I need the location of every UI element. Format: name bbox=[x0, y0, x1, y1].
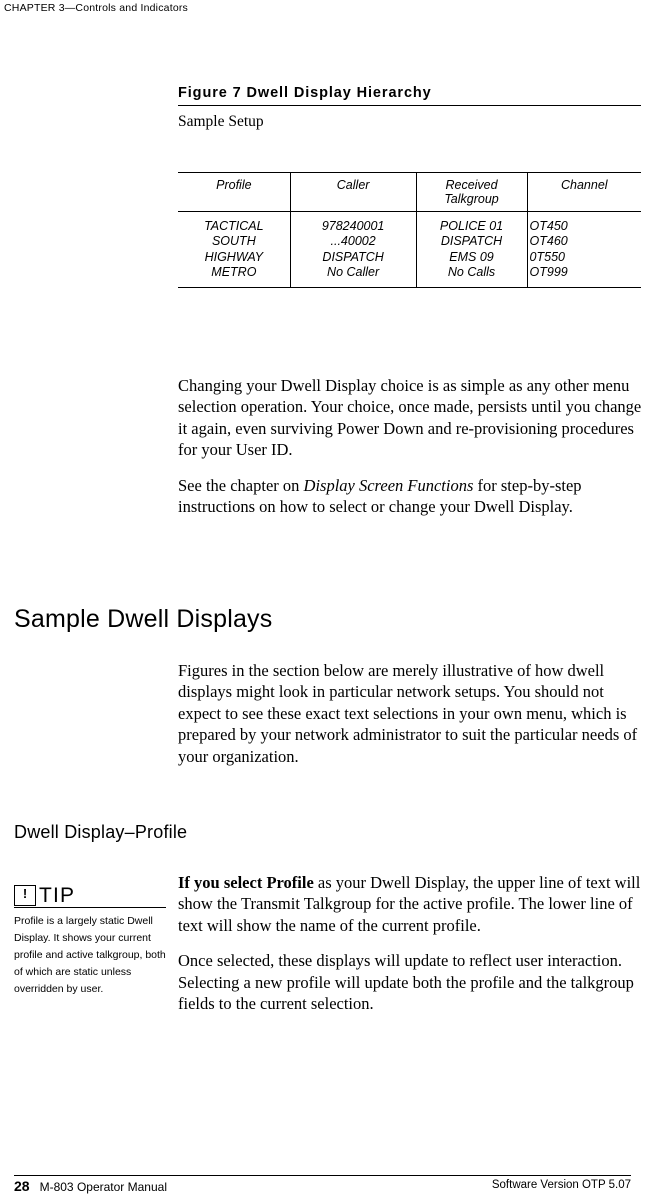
figure-title: Figure 7 Dwell Display Hierarchy bbox=[178, 85, 641, 106]
manual-title: M-803 Operator Manual bbox=[39, 1180, 167, 1194]
heading-sample-dwell-displays-wrap: Sample Dwell Displays bbox=[14, 605, 642, 634]
tip-callout: ! TIP Profile is a largely static Dwell … bbox=[14, 885, 166, 998]
exclamation-icon: ! bbox=[14, 885, 36, 906]
paragraph-if-you-select-profile: If you select Profile as your Dwell Disp… bbox=[178, 872, 642, 936]
heading-dwell-display-profile-wrap: Dwell Display–Profile bbox=[14, 822, 642, 843]
cell-received-talkgroup: POLICE 01 DISPATCH EMS 09 No Calls bbox=[416, 211, 528, 288]
software-version: Software Version OTP 5.07 bbox=[491, 1179, 631, 1191]
paragraph-see-chapter-before: See the chapter on bbox=[178, 475, 304, 495]
cell-channel: OT450 OT460 0T550 OT999 bbox=[529, 219, 568, 279]
paragraph-lead-in-bold: If you select Profile bbox=[178, 873, 314, 892]
footer-left: 28 M-803 Operator Manual bbox=[14, 1178, 167, 1194]
table-row: TACTICAL SOUTH HIGHWAY METRO 978240001 .… bbox=[178, 211, 641, 288]
tip-label: TIP bbox=[39, 884, 76, 907]
column-header-channel: Channel bbox=[560, 178, 608, 192]
column-header-received-talkgroup: Received Talkgroup bbox=[416, 172, 528, 212]
column-header-caller: Caller bbox=[290, 172, 417, 212]
heading-dwell-display-profile: Dwell Display–Profile bbox=[14, 822, 188, 842]
tip-text: Profile is a largely static Dwell Displa… bbox=[14, 915, 166, 995]
column-header-profile: Profile bbox=[178, 172, 291, 212]
paragraph-changing-choice: Changing your Dwell Display choice is as… bbox=[178, 376, 642, 460]
body-section-profile-selection: If you select Profile as your Dwell Disp… bbox=[178, 872, 642, 1029]
tip-header: ! TIP bbox=[14, 885, 166, 908]
figure-block: Figure 7 Dwell Display Hierarchy Sample … bbox=[178, 85, 641, 131]
paragraph-see-chapter: See the chapter on Display Screen Functi… bbox=[178, 475, 642, 518]
heading-sample-dwell-displays: Sample Dwell Displays bbox=[14, 605, 273, 633]
table-header-row: Profile Caller Received Talkgroup Channe… bbox=[178, 172, 641, 212]
body-section-figures-illustrative: Figures in the section below are merely … bbox=[178, 660, 642, 781]
cross-reference-display-screen-functions: Display Screen Functions bbox=[303, 475, 474, 495]
running-head: CHAPTER 3—Controls and Indicators bbox=[4, 2, 189, 14]
figure-caption: Sample Setup bbox=[178, 113, 264, 130]
exclamation-icon-glyph: ! bbox=[22, 886, 28, 901]
paragraph-figures-illustrative: Figures in the section below are merely … bbox=[178, 661, 638, 766]
cell-caller: 978240001 ...40002 DISPATCH No Caller bbox=[290, 211, 417, 288]
paragraph-once-selected: Once selected, these displays will updat… bbox=[178, 951, 634, 1014]
sample-setup-table: Profile Caller Received Talkgroup Channe… bbox=[178, 172, 641, 288]
body-section-dwell-choice: Changing your Dwell Display choice is as… bbox=[178, 375, 642, 532]
footer-divider bbox=[14, 1175, 631, 1176]
page-number: 28 bbox=[14, 1178, 30, 1194]
cell-profile: TACTICAL SOUTH HIGHWAY METRO bbox=[178, 211, 291, 288]
page-footer: 28 M-803 Operator Manual Software Versio… bbox=[14, 1175, 631, 1195]
